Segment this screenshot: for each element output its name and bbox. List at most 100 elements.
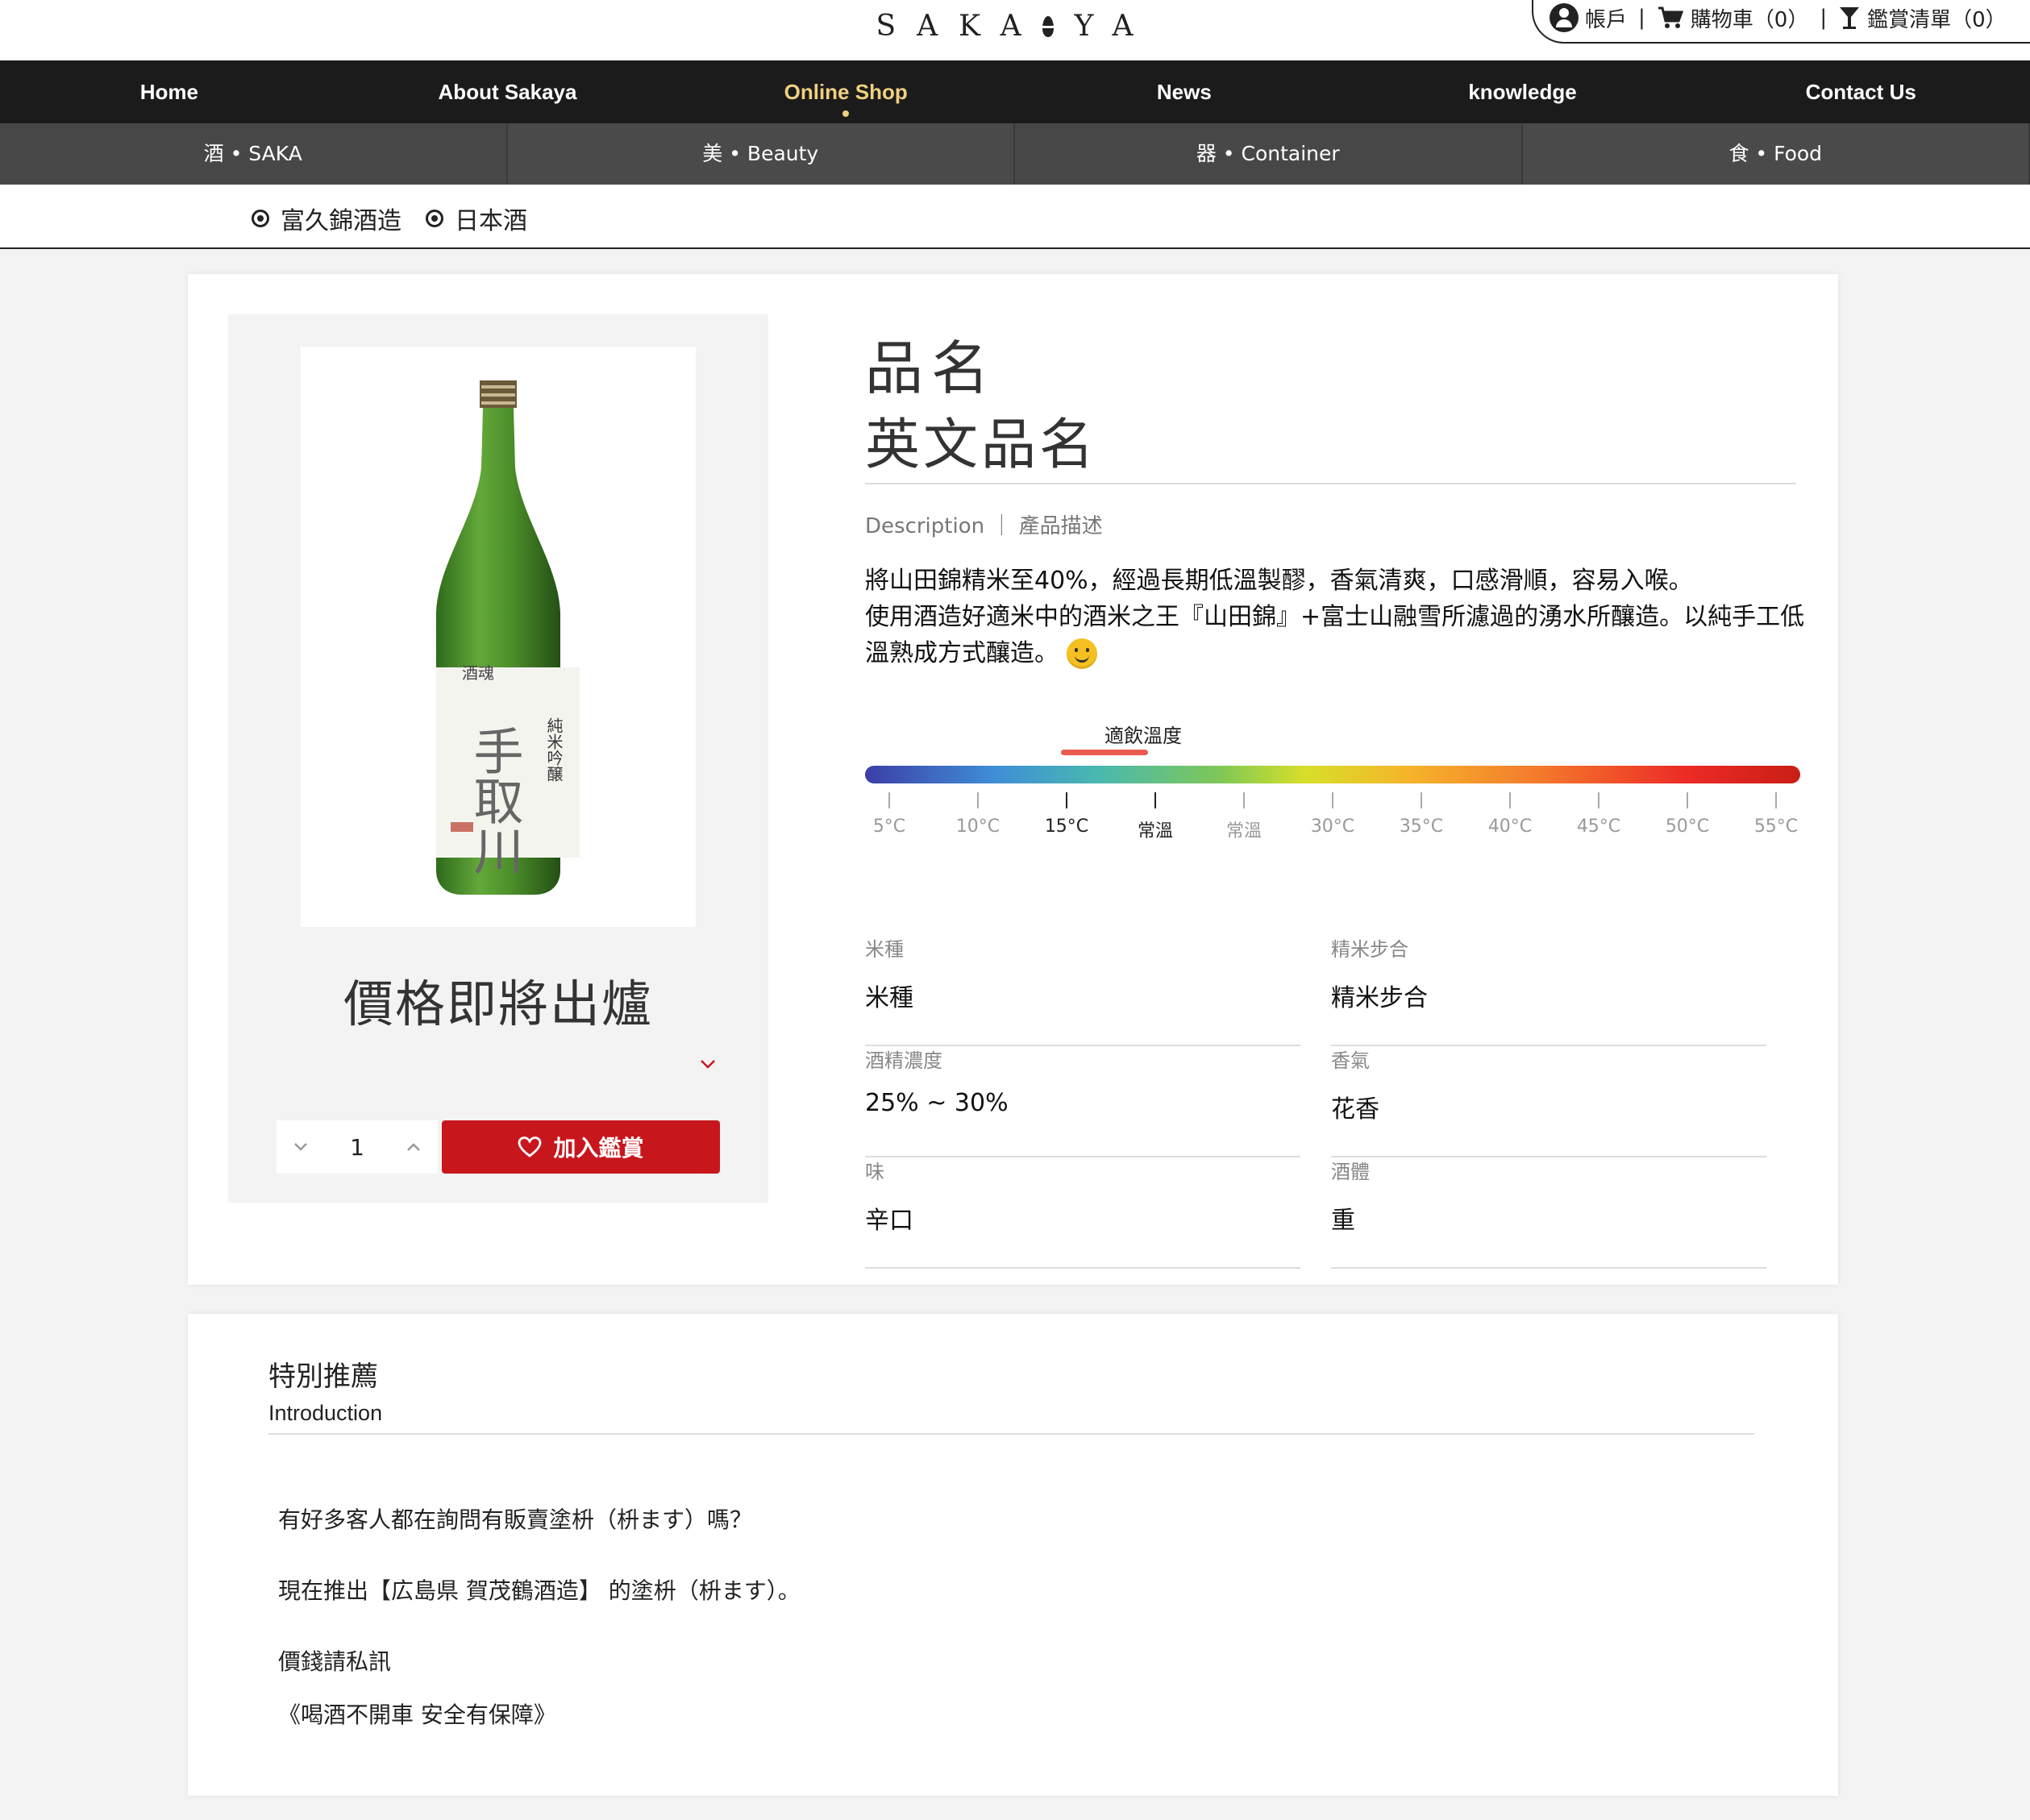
temperature-tick: 55°C (1732, 792, 1820, 837)
product-description: 將山田錦精米至40%，經過長期低溫製醪，香氣清爽，口感滑順，容易入喉。 使用酒造… (865, 563, 1808, 671)
spec-value: 辛口 (865, 1207, 913, 1235)
temperature-scale: 5°C 10°C 15°C 常溫 常溫 30°C 35°C 40°C 45°C 50°C 55°C (865, 792, 1800, 849)
subnav-beauty[interactable]: 美 • Beauty (507, 123, 1015, 185)
cart-link[interactable]: 購物車（0） (1657, 3, 1809, 33)
breadcrumb-label: 日本酒 (455, 207, 527, 235)
spec-label: 酒體 (1331, 1161, 1370, 1183)
svg-text:純米吟醸: 純米吟醸 (544, 717, 564, 782)
breadcrumb-label: 富久錦酒造 (281, 207, 401, 235)
temperature-tick: 45°C (1554, 792, 1643, 837)
spec-aroma: 香氣 花香 (1331, 1045, 1766, 1157)
tick-mark (1332, 792, 1333, 808)
intro-paragraph: 有好多客人都在詢問有販賣塗枡（枡ます）嗎？ (278, 1506, 753, 1533)
divider: | (1820, 6, 1828, 30)
radio-dot-icon (426, 210, 443, 227)
temperature-gradient-bar (865, 766, 1800, 783)
wishlist-link[interactable]: 鑑賞清單（0） (1838, 3, 2007, 33)
spec-polish-ratio: 精米步合 精米步合 (1331, 933, 1766, 1046)
nav-online-shop[interactable]: Online Shop (676, 60, 1015, 123)
sake-bottle-image: 酒魂 純米吟醸 手取川 (436, 380, 580, 895)
price-text: 價格即將出爐 (343, 974, 653, 1033)
nav-knowledge[interactable]: knowledge (1354, 60, 1692, 123)
spec-body: 酒體 重 (1331, 1156, 1766, 1269)
subnav-food[interactable]: 食 • Food (1522, 123, 2030, 185)
divider: | (1638, 6, 1645, 30)
spec-label: 香氣 (1331, 1049, 1370, 1072)
tick-label: 45°C (1576, 817, 1621, 837)
tick-label: 40°C (1487, 817, 1533, 837)
intro-paragraph: 現在推出【広島県 賀茂鶴酒造】 的塗枡（枡ます）。 (278, 1577, 801, 1604)
tick-label: 50°C (1665, 817, 1710, 837)
sake-drop-icon (1042, 16, 1054, 37)
subnav-container[interactable]: 器 • Container (1015, 123, 1523, 185)
add-button-label: 加入鑑賞 (553, 1135, 644, 1161)
increase-chevron-icon[interactable] (406, 1141, 422, 1153)
tick-label: 55°C (1753, 817, 1799, 837)
temperature-label-underline (1061, 750, 1148, 755)
account-label: 帳戶 (1585, 7, 1628, 32)
tick-label: 5°C (872, 817, 906, 837)
nav-news[interactable]: News (1015, 60, 1354, 123)
subnav-saka[interactable]: 酒 • SAKA (0, 123, 508, 185)
tick-mark (1598, 792, 1599, 808)
top-bar: SAKA YA 帳戶 | 購物車（0） | 鑑賞清單（0） (0, 0, 2030, 60)
spec-rice-type: 米種 米種 (865, 933, 1300, 1046)
tick-mark (1421, 792, 1422, 808)
cart-icon (1658, 6, 1683, 28)
spec-label: 酒精濃度 (865, 1049, 942, 1072)
tick-label: 15°C (1044, 817, 1089, 837)
serving-temperature-label: 適飲溫度 (1104, 725, 1182, 747)
temperature-tick: 5°C (845, 792, 934, 837)
nav-home[interactable]: Home (0, 60, 339, 123)
spec-label: 精米步合 (1331, 938, 1408, 961)
svg-text:酒魂: 酒魂 (462, 663, 494, 683)
divider (268, 1433, 1754, 1435)
tick-mark (977, 792, 979, 808)
spec-taste: 味 辛口 (865, 1156, 1300, 1269)
user-menu: 帳戶 | 購物車（0） | 鑑賞清單（0） (1532, 0, 2030, 44)
tick-mark (888, 792, 890, 808)
tick-label: 35°C (1399, 817, 1444, 837)
cart-label: 購物車（0） (1690, 7, 1809, 32)
radio-dot-icon (252, 210, 269, 227)
intro-title: 特別推薦 (268, 1361, 378, 1393)
cocktail-glass-icon (1840, 7, 1860, 29)
intro-subtitle: Introduction (268, 1401, 383, 1425)
intro-paragraph: 《喝酒不開車 安全有保障》 (278, 1702, 556, 1728)
temperature-tick: 常溫 (1111, 792, 1200, 842)
tick-label: 30°C (1310, 817, 1355, 837)
spec-label: 米種 (865, 938, 904, 961)
add-to-wishlist-button[interactable]: 加入鑑賞 (442, 1120, 720, 1174)
intro-paragraph: 價錢請私訊 (278, 1648, 392, 1675)
svg-text:手取川: 手取川 (465, 725, 524, 875)
product-card: 酒魂 純米吟醸 手取川 價格即將出爐 1 加入鑑賞 品名 英文品名 Descri… (188, 274, 1838, 1285)
description-line: 使用酒造好適米中的酒米之王『山田錦』+富士山融雪所濾過的湧水所釀造。以純手工低溫… (865, 603, 1805, 669)
tick-mark (1243, 792, 1245, 808)
wishlist-label: 鑑賞清單（0） (1867, 7, 2007, 32)
tick-mark (1509, 792, 1511, 808)
nav-contact[interactable]: Contact Us (1691, 60, 2030, 123)
spec-label: 味 (865, 1161, 884, 1183)
spec-alcohol: 酒精濃度 25% ~ 30% (865, 1045, 1300, 1157)
sub-nav: 酒 • SAKA 美 • Beauty 器 • Container 食 • Fo… (0, 123, 2030, 185)
breadcrumb-category[interactable]: 日本酒 (426, 201, 527, 236)
decrease-chevron-icon[interactable] (293, 1141, 309, 1153)
product-name: 品名 (865, 334, 998, 402)
tick-label: 10°C (955, 817, 1000, 837)
quantity-value[interactable]: 1 (350, 1134, 364, 1161)
description-label: Description ｜ 產品描述 (865, 514, 1103, 538)
nav-about[interactable]: About Sakaya (339, 60, 677, 123)
tick-mark (1154, 792, 1156, 808)
breadcrumb: 富久錦酒造 日本酒 (0, 185, 2030, 249)
spec-value: 花香 (1331, 1095, 1379, 1124)
temperature-tick: 40°C (1466, 792, 1554, 837)
chevron-down-icon[interactable] (700, 1056, 716, 1072)
quantity-stepper[interactable]: 1 (277, 1120, 438, 1174)
description-line: 將山田錦精米至40%，經過長期低溫製醪，香氣清爽，口感滑順，容易入喉。 (865, 567, 1693, 595)
breadcrumb-brewery[interactable]: 富久錦酒造 (252, 201, 401, 236)
smile-emoji-icon (1066, 638, 1097, 669)
product-english-name: 英文品名 (865, 413, 1098, 477)
spec-value: 精米步合 (1331, 984, 1428, 1012)
tick-mark (1775, 792, 1777, 808)
account-link[interactable]: 帳戶 (1550, 3, 1627, 33)
